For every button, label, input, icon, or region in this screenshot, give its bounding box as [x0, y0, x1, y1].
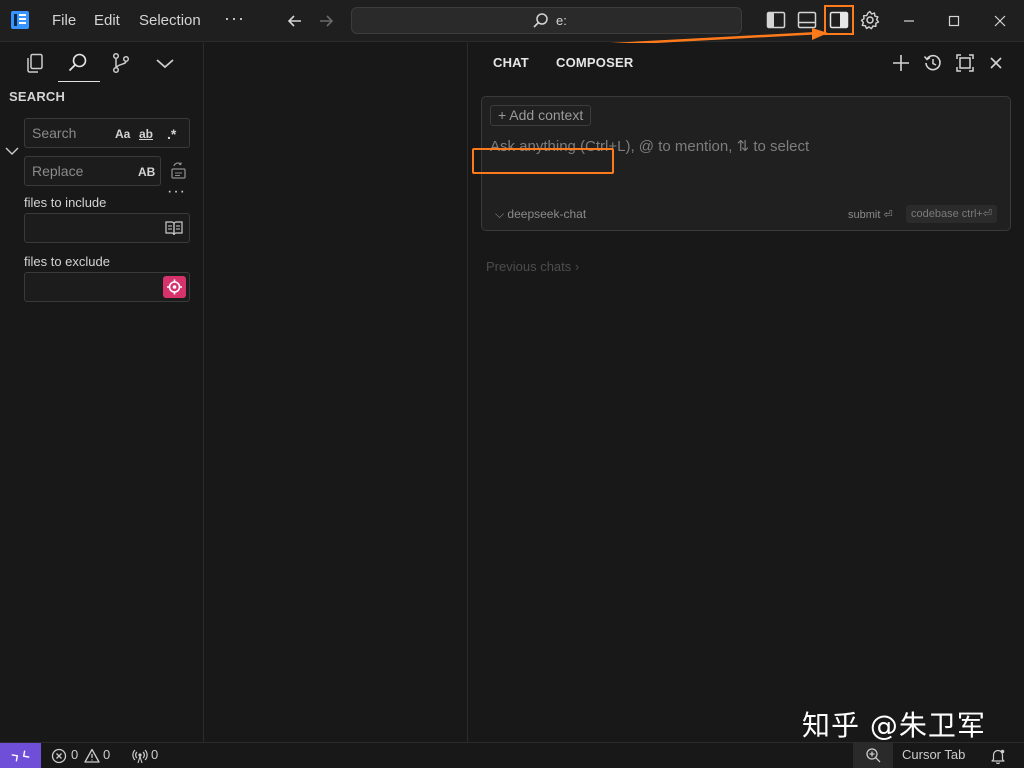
codebase-button[interactable]: codebase ctrl+⏎: [906, 205, 998, 223]
remote-button[interactable]: [0, 743, 41, 768]
error-count[interactable]: 0: [71, 747, 78, 762]
minimize-icon[interactable]: [899, 11, 919, 31]
match-case-toggle[interactable]: Aa: [115, 125, 130, 143]
book-icon[interactable]: [165, 220, 183, 236]
active-view-indicator: [58, 81, 100, 82]
cursor-tab-status[interactable]: Cursor Tab: [902, 747, 965, 762]
history-icon[interactable]: [923, 53, 943, 73]
submit-button[interactable]: submit ⏎: [848, 208, 893, 221]
back-arrow-icon[interactable]: [285, 11, 305, 31]
search-input[interactable]: [25, 119, 189, 147]
preserve-case-toggle[interactable]: AB: [138, 163, 155, 181]
ports-count[interactable]: 0: [151, 747, 158, 762]
files-to-exclude-label: files to exclude: [24, 254, 110, 269]
replace-field: AB: [24, 156, 161, 186]
replace-all-icon[interactable]: [169, 161, 189, 181]
files-to-exclude-field: [24, 272, 190, 302]
menu-edit[interactable]: Edit: [94, 11, 120, 31]
use-regex-toggle[interactable]: .*: [167, 125, 176, 143]
chat-panel: CHAT COMPOSER + Add context Ask anything…: [469, 43, 1024, 742]
status-bar: 0 0 0 Cursor Tab: [0, 742, 1024, 768]
menu-more[interactable]: ···: [224, 8, 245, 29]
primary-sidebar: SEARCH Aa ab .* AB ··· files to include …: [0, 43, 204, 742]
notifications-bell-icon[interactable]: [990, 748, 1006, 764]
error-icon[interactable]: [51, 748, 67, 764]
ports-broadcast-icon[interactable]: [132, 748, 148, 764]
add-context-button[interactable]: + Add context: [490, 105, 592, 126]
watermark: 知乎 @朱卫军: [802, 709, 986, 742]
exclude-settings-icon[interactable]: [163, 276, 186, 298]
gear-icon[interactable]: [859, 9, 881, 31]
close-icon[interactable]: [990, 11, 1010, 31]
sidebar-title: SEARCH: [9, 89, 66, 104]
tab-chat[interactable]: CHAT: [493, 55, 529, 70]
model-annotation-box: [472, 148, 614, 174]
editor-area[interactable]: [205, 43, 468, 742]
search-icon[interactable]: [66, 51, 90, 75]
chevron-down-icon[interactable]: [153, 51, 177, 75]
match-whole-word-toggle[interactable]: ab: [139, 125, 153, 143]
maximize-panel-icon[interactable]: [955, 53, 975, 73]
toggle-search-details-button[interactable]: ···: [167, 183, 186, 201]
toggle-primary-sidebar-icon[interactable]: [765, 9, 787, 31]
zoom-icon: [865, 747, 882, 764]
cursor-logo-icon: [10, 10, 30, 30]
menu-file[interactable]: File: [52, 11, 76, 31]
title-bar: File Edit Selection ··· e:: [0, 0, 1024, 42]
tab-composer[interactable]: COMPOSER: [556, 55, 633, 70]
zoom-segment[interactable]: [853, 743, 893, 768]
model-selector[interactable]: ⌵ deepseek-chat: [495, 207, 586, 222]
maximize-icon[interactable]: [944, 11, 964, 31]
toggle-replace-chevron-icon[interactable]: [4, 143, 20, 159]
new-chat-plus-icon[interactable]: [891, 53, 911, 73]
warning-count[interactable]: 0: [103, 747, 110, 762]
search-icon: [532, 12, 550, 30]
menu-selection[interactable]: Selection: [139, 11, 201, 31]
forward-arrow-icon[interactable]: [316, 11, 336, 31]
warning-icon[interactable]: [84, 748, 100, 764]
files-to-include-field: [24, 213, 190, 243]
close-panel-icon[interactable]: [986, 53, 1006, 73]
toggle-panel-icon[interactable]: [796, 9, 818, 31]
source-control-icon[interactable]: [109, 51, 133, 75]
command-center-text: e:: [556, 13, 567, 28]
explorer-icon[interactable]: [23, 51, 47, 75]
previous-chats-link[interactable]: Previous chats ›: [486, 259, 579, 274]
files-to-include-label: files to include: [24, 195, 107, 210]
command-center[interactable]: e:: [351, 7, 742, 34]
toggle-secondary-sidebar-icon[interactable]: [824, 5, 854, 35]
search-field: Aa ab .*: [24, 118, 190, 148]
